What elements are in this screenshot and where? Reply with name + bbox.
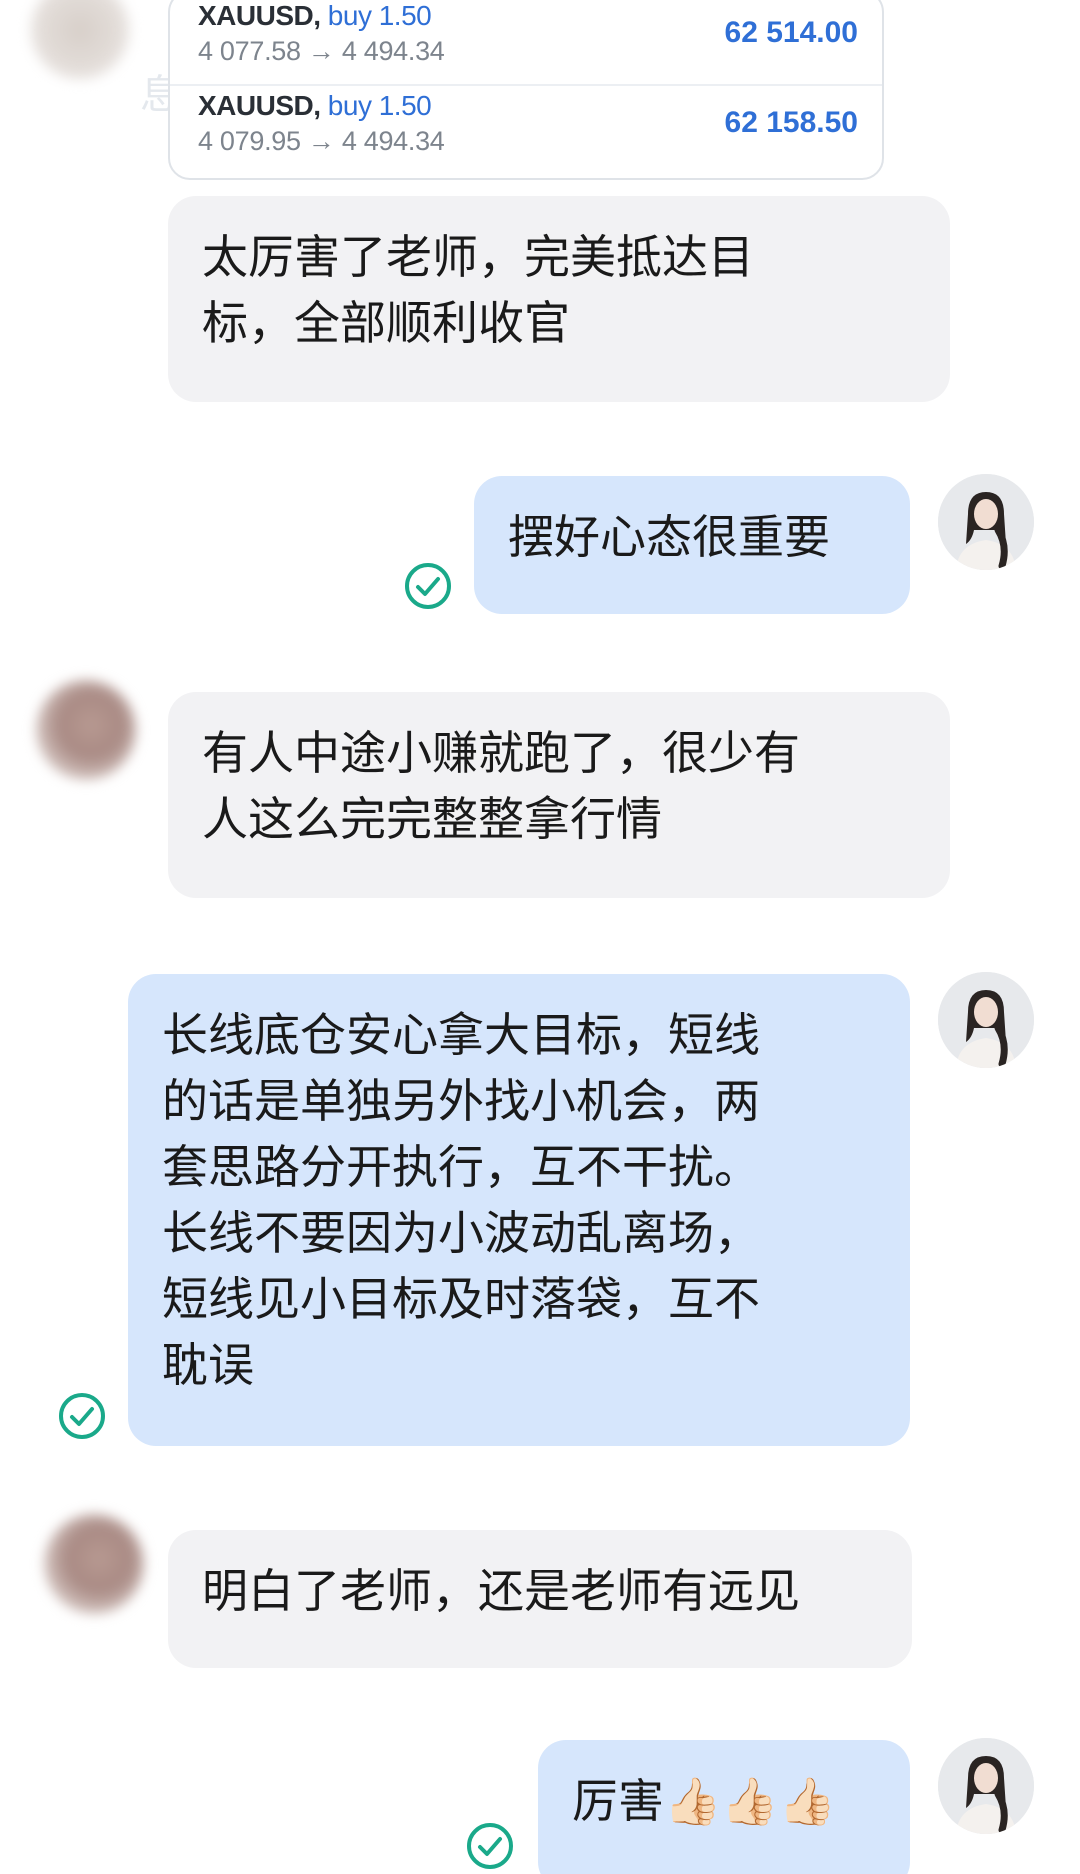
teacher-avatar[interactable] (938, 1738, 1034, 1834)
contact-avatar[interactable] (30, 0, 130, 80)
teacher-avatar[interactable] (938, 972, 1034, 1068)
trade-side: buy (327, 90, 372, 121)
contact-avatar[interactable] (36, 680, 136, 780)
trade-row: XAUUSD, buy 1.50 4 077.58 → 4 494.34 62 … (198, 0, 858, 76)
trade-divider (170, 84, 882, 86)
contact-avatar[interactable] (44, 1514, 144, 1614)
teacher-avatar[interactable] (938, 474, 1034, 570)
message-bubble-incoming[interactable]: 有人中途小赚就跑了，很少有 人这么完完整整拿行情 (168, 692, 950, 898)
trade-symbol-name: XAUUSD (198, 0, 314, 31)
trade-profit: 62 514.00 (724, 16, 858, 49)
read-check-icon (405, 563, 451, 609)
trade-profit: 62 158.50 (724, 106, 858, 139)
chat-screen: 息 文件 + XAUUSD, buy 1.50 4 077.58 → 4 494… (0, 0, 1080, 1874)
trade-volume: 1.50 (378, 90, 432, 121)
message-bubble-incoming[interactable]: 太厉害了老师，完美抵达目 标，全部顺利收官 (168, 196, 950, 402)
trade-symbol: XAUUSD, buy 1.50 (198, 90, 432, 121)
trade-close-price: 4 494.34 (341, 36, 445, 66)
trade-open-price: 4 079.95 (198, 126, 301, 156)
trade-prices: 4 079.95 → 4 494.34 (198, 126, 445, 156)
trade-open-price: 4 077.58 (198, 36, 301, 66)
message-bubble-outgoing[interactable]: 摆好心态很重要 (474, 476, 910, 614)
read-check-icon (467, 1823, 513, 1869)
read-check-icon (59, 1393, 105, 1439)
message-bubble-incoming[interactable]: 明白了老师，还是老师有远见 (168, 1530, 912, 1668)
message-bubble-outgoing[interactable]: 厉害👍🏻👍🏻👍🏻 (538, 1740, 910, 1874)
trade-volume: 1.50 (378, 0, 432, 31)
trade-symbol: XAUUSD, buy 1.50 (198, 0, 432, 31)
trade-history-card[interactable]: XAUUSD, buy 1.50 4 077.58 → 4 494.34 62 … (168, 0, 884, 180)
trade-row: XAUUSD, buy 1.50 4 079.95 → 4 494.34 62 … (198, 90, 858, 166)
trade-prices: 4 077.58 → 4 494.34 (198, 36, 445, 66)
trade-side: buy (327, 0, 372, 31)
teacher-avatar-image (938, 474, 1034, 570)
trade-symbol-name: XAUUSD (198, 90, 314, 121)
message-bubble-outgoing[interactable]: 长线底仓安心拿大目标，短线 的话是单独另外找小机会，两 套思路分开执行，互不干扰… (128, 974, 910, 1446)
teacher-avatar-image (938, 1738, 1034, 1834)
trade-close-price: 4 494.34 (341, 126, 445, 156)
teacher-avatar-image (938, 972, 1034, 1068)
